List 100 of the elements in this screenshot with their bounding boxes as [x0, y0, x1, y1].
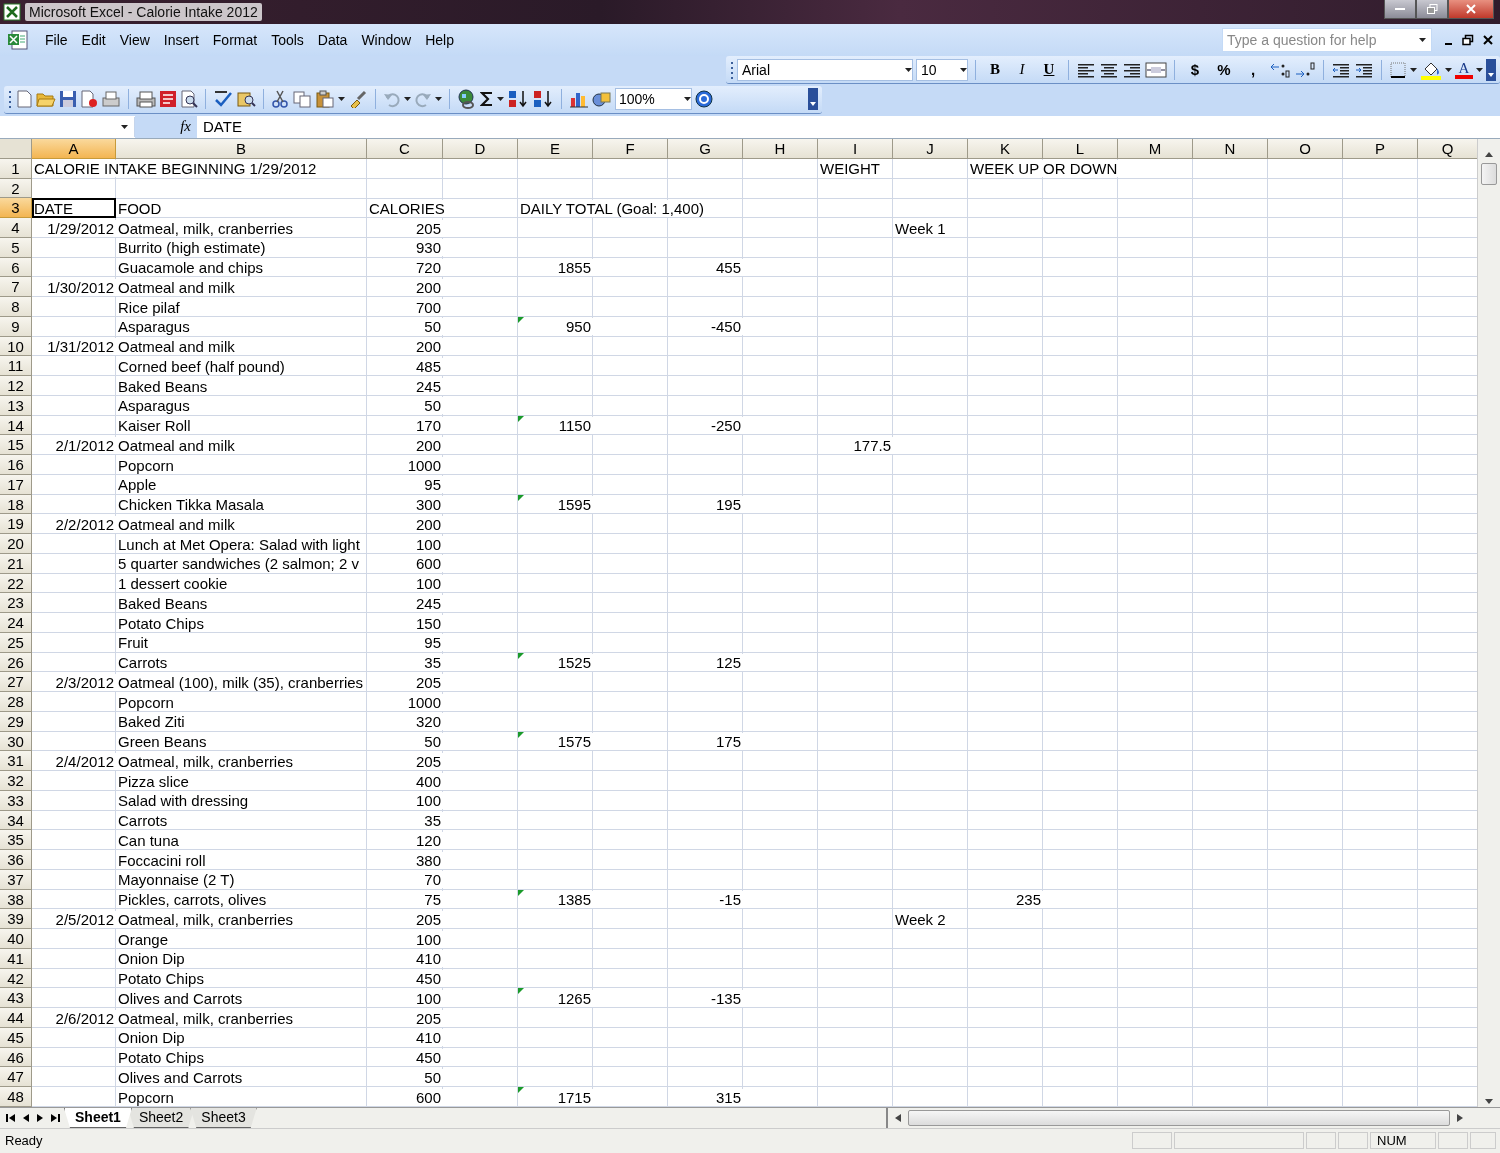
error-indicator-icon[interactable]: [518, 889, 524, 896]
paintbrush-icon[interactable]: [348, 90, 368, 109]
font-size-field[interactable]: 10: [916, 58, 968, 81]
minimize-button[interactable]: [1384, 0, 1416, 19]
menu-item[interactable]: File: [38, 29, 75, 51]
scroll-left-icon[interactable]: [894, 1113, 902, 1123]
column-header[interactable]: E: [518, 138, 593, 159]
row-header[interactable]: 17: [0, 474, 32, 495]
column-header[interactable]: G: [668, 138, 743, 159]
borders-icon[interactable]: [1389, 60, 1407, 79]
save-icon[interactable]: [59, 90, 77, 109]
row-header[interactable]: 11: [0, 356, 32, 377]
error-indicator-icon[interactable]: [518, 652, 524, 659]
row-header[interactable]: 16: [0, 455, 32, 475]
row-header[interactable]: 47: [0, 1067, 32, 1088]
row-header[interactable]: 13: [0, 395, 32, 416]
row-header[interactable]: 44: [0, 1008, 32, 1028]
row-header[interactable]: 3: [0, 198, 32, 219]
column-header[interactable]: B: [116, 138, 367, 159]
column-header[interactable]: F: [593, 138, 668, 159]
row-header[interactable]: 31: [0, 751, 32, 772]
document-badge-icon[interactable]: [80, 90, 98, 109]
menu-item[interactable]: Tools: [264, 29, 311, 51]
row-header[interactable]: 36: [0, 850, 32, 870]
underline-button[interactable]: U: [1037, 61, 1061, 78]
italic-button[interactable]: I: [1010, 61, 1034, 78]
sum-icon[interactable]: [480, 90, 494, 109]
row-header[interactable]: 38: [0, 889, 32, 910]
row-header[interactable]: 32: [0, 771, 32, 791]
error-indicator-icon[interactable]: [518, 415, 524, 422]
menu-item[interactable]: View: [112, 29, 157, 51]
row-header[interactable]: 1: [0, 158, 32, 179]
row-header[interactable]: 29: [0, 711, 32, 732]
row-header[interactable]: 21: [0, 553, 32, 574]
comma-style-button[interactable]: ,: [1240, 61, 1266, 78]
row-header[interactable]: 15: [0, 435, 32, 456]
error-indicator-icon[interactable]: [518, 731, 524, 738]
row-header[interactable]: 10: [0, 336, 32, 357]
sheet-tab[interactable]: Sheet1: [64, 1108, 132, 1128]
row-header[interactable]: 25: [0, 632, 32, 653]
error-indicator-icon[interactable]: [518, 988, 524, 995]
menu-item[interactable]: Help: [418, 29, 461, 51]
toolbar-grip-icon[interactable]: [8, 89, 12, 110]
sort-descending-icon[interactable]: [532, 89, 554, 110]
row-header[interactable]: 27: [0, 672, 32, 693]
row-header[interactable]: 9: [0, 316, 32, 337]
column-header[interactable]: K: [968, 138, 1043, 159]
zoom-field[interactable]: 100%: [615, 88, 692, 111]
row-header[interactable]: 28: [0, 692, 32, 712]
active-cell[interactable]: DATE: [32, 198, 116, 219]
close-icon[interactable]: [1482, 34, 1494, 46]
row-header[interactable]: 33: [0, 790, 32, 811]
print-preview-icon[interactable]: [180, 90, 198, 109]
row-header[interactable]: 2: [0, 178, 32, 199]
row-header[interactable]: 14: [0, 415, 32, 436]
scroll-right-icon[interactable]: [1456, 1113, 1464, 1123]
column-header[interactable]: O: [1268, 138, 1343, 159]
row-header[interactable]: 30: [0, 731, 32, 752]
column-header[interactable]: J: [893, 138, 968, 159]
error-indicator-icon[interactable]: [518, 494, 524, 501]
percent-button[interactable]: %: [1211, 61, 1237, 78]
row-header[interactable]: 46: [0, 1047, 32, 1068]
insert-function-button[interactable]: fx: [180, 118, 191, 136]
drawing-shapes-icon[interactable]: [592, 90, 612, 109]
error-indicator-icon[interactable]: [518, 316, 524, 323]
row-header[interactable]: 42: [0, 968, 32, 989]
row-header[interactable]: 4: [0, 218, 32, 238]
next-sheet-icon[interactable]: [36, 1113, 44, 1123]
restore-button[interactable]: [1416, 0, 1448, 19]
row-header[interactable]: 12: [0, 376, 32, 396]
last-sheet-icon[interactable]: [50, 1113, 60, 1123]
font-color-button[interactable]: A: [1455, 60, 1473, 79]
chart-icon[interactable]: [569, 90, 589, 109]
row-header[interactable]: 35: [0, 830, 32, 851]
open-folder-icon[interactable]: [36, 90, 56, 109]
row-header[interactable]: 26: [0, 652, 32, 673]
menu-item[interactable]: Insert: [156, 29, 206, 51]
spelling-check-icon[interactable]: [213, 90, 233, 109]
row-header[interactable]: 18: [0, 494, 32, 515]
decrease-decimal-icon[interactable]: [1294, 60, 1316, 79]
pdf-document-icon[interactable]: [159, 90, 177, 109]
toolbar-options-icon[interactable]: [1486, 58, 1496, 81]
row-header[interactable]: 39: [0, 909, 32, 930]
help-icon[interactable]: [695, 90, 713, 109]
column-header[interactable]: L: [1043, 138, 1118, 159]
scroll-thumb[interactable]: [1481, 162, 1497, 185]
horizontal-scroll-thumb[interactable]: [908, 1110, 1450, 1126]
row-header[interactable]: 43: [0, 988, 32, 1009]
toolbar-grip-icon[interactable]: [730, 59, 734, 80]
column-header[interactable]: D: [443, 138, 518, 159]
font-name-field[interactable]: Arial: [737, 58, 913, 81]
menu-item[interactable]: Data: [310, 29, 355, 51]
first-sheet-icon[interactable]: [6, 1113, 16, 1123]
restore-icon[interactable]: [1462, 34, 1474, 46]
globe-link-icon[interactable]: [457, 89, 477, 110]
help-search-field[interactable]: Type a question for help: [1222, 28, 1432, 52]
row-header[interactable]: 24: [0, 613, 32, 633]
printer-envelope-icon[interactable]: [101, 90, 121, 109]
row-header[interactable]: 41: [0, 948, 32, 969]
row-header[interactable]: 8: [0, 297, 32, 317]
